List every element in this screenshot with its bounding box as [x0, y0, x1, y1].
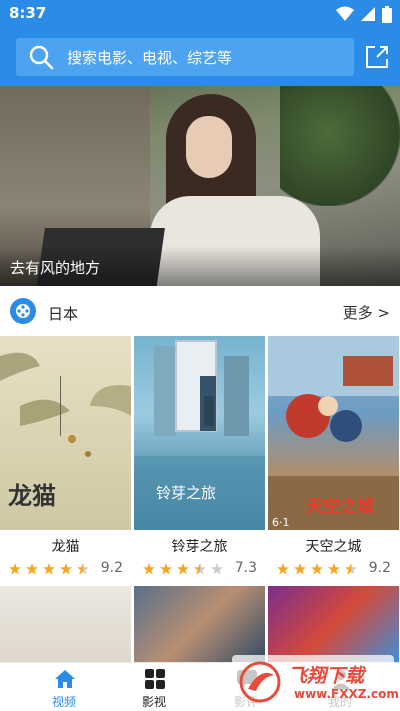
- star-rating: [143, 563, 223, 575]
- banner-title: 去有风的地方: [10, 259, 101, 277]
- poster-title-text: 铃芽之旅: [156, 484, 216, 502]
- poster-artwork: 铃芽之旅: [134, 340, 265, 530]
- watermark-brand: 飞翔下载: [288, 665, 365, 687]
- movie-score: 9.2: [368, 560, 391, 576]
- empty-star-icon: [211, 563, 223, 575]
- nav-item-movies[interactable]: 影视: [104, 663, 204, 711]
- star-icon: [328, 563, 340, 575]
- poster-title-text: 天空之城: [306, 496, 374, 517]
- star-icon: [143, 563, 155, 575]
- star-icon: [294, 563, 306, 575]
- half-star-icon: [77, 563, 89, 575]
- star-rating: [277, 563, 357, 575]
- star-icon: [60, 563, 72, 575]
- star-icon: [26, 563, 38, 575]
- movie-score: 7.3: [234, 560, 257, 576]
- wifi-icon: [336, 6, 354, 21]
- movie-poster[interactable]: [134, 586, 265, 664]
- half-star-icon: [194, 563, 206, 575]
- movie-score: 9.2: [100, 560, 123, 576]
- search-icon: [29, 45, 54, 70]
- movie-title: 天空之城: [305, 539, 362, 555]
- nav-item-video[interactable]: 视频: [14, 663, 114, 711]
- nav-label: 影视: [141, 695, 166, 709]
- movie-poster[interactable]: [268, 586, 399, 664]
- star-rating: [9, 563, 89, 575]
- watermark-url: www.FXXZ.com: [294, 687, 399, 701]
- nav-label: 视频: [51, 695, 76, 709]
- movie-rating: 9.2: [268, 560, 399, 578]
- watermark: 飞翔下载 www.FXXZ.com: [232, 655, 399, 709]
- status-bar: 8:37: [0, 0, 400, 28]
- top-header: 搜索电影、电视、综艺等: [0, 28, 400, 86]
- banner-actress-face: [186, 116, 232, 178]
- movie-poster: 龙猫: [0, 336, 131, 530]
- share-icon[interactable]: [364, 44, 390, 70]
- star-icon: [177, 563, 189, 575]
- banner-scene-plants: [280, 86, 400, 206]
- half-star-icon: [345, 563, 357, 575]
- movie-poster: 天空之城 6·1: [268, 336, 399, 530]
- movie-poster[interactable]: [0, 586, 131, 664]
- watermark-logo-icon: [239, 661, 281, 703]
- featured-banner[interactable]: 去有风的地方: [0, 86, 400, 286]
- poster-artwork: 龙猫: [0, 352, 131, 510]
- poster-artwork: 天空之城 6·1: [268, 336, 399, 530]
- section-header: 日本 更多 >: [0, 294, 400, 330]
- movie-card[interactable]: 天空之城 6·1 天空之城 9.2: [268, 336, 399, 581]
- movie-title: 铃芽之旅: [171, 539, 228, 555]
- movie-rating: 9.2: [0, 560, 131, 578]
- poster-title-text: 龙猫: [8, 481, 56, 510]
- star-icon: [311, 563, 323, 575]
- poster-date-text: 6·1: [272, 516, 290, 529]
- more-link[interactable]: 更多 >: [343, 302, 390, 323]
- movie-rating: 7.3: [134, 560, 265, 578]
- movie-title: 龙猫: [51, 539, 80, 555]
- home-icon: [55, 670, 75, 688]
- status-time: 8:37: [9, 4, 47, 22]
- star-icon: [277, 563, 289, 575]
- grid-icon: [145, 669, 165, 689]
- star-icon: [160, 563, 172, 575]
- signal-icon: [361, 7, 375, 21]
- star-icon: [43, 563, 55, 575]
- battery-icon: [382, 5, 392, 23]
- section-title: 日本: [48, 305, 79, 323]
- search-placeholder: 搜索电影、电视、综艺等: [67, 48, 233, 67]
- status-icons: [336, 5, 392, 23]
- movie-poster: 铃芽之旅: [134, 336, 265, 530]
- search-input[interactable]: 搜索电影、电视、综艺等: [16, 38, 354, 76]
- star-icon: [9, 563, 21, 575]
- film-reel-icon: [10, 298, 36, 324]
- movie-card[interactable]: 龙猫 龙猫 9.2: [0, 336, 131, 581]
- movie-card[interactable]: 铃芽之旅 铃芽之旅 7.3: [134, 336, 265, 581]
